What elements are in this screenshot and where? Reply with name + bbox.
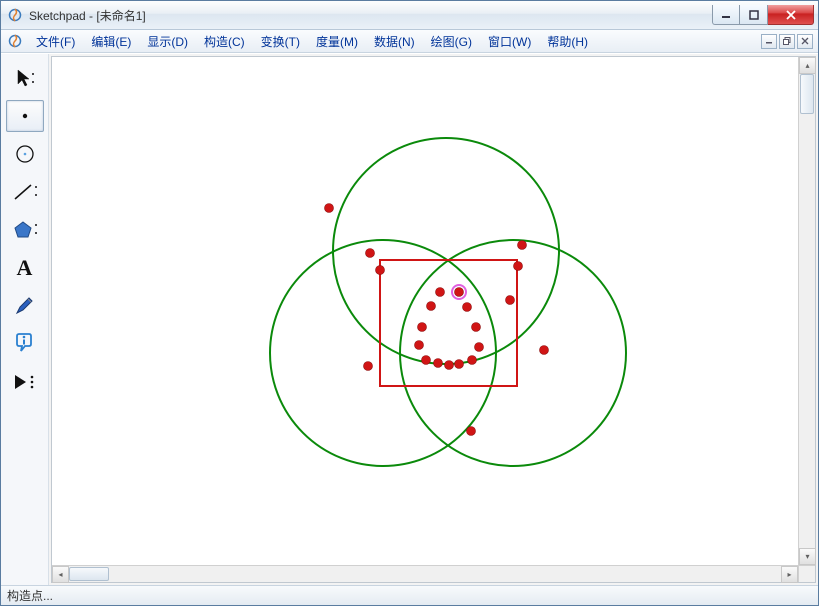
tool-circle[interactable] [6,138,44,170]
window-title: Sketchpad - [未命名1] [29,7,712,24]
tool-line[interactable] [6,176,44,208]
body-area: A ▴ ▾ [1,53,818,585]
titlebar[interactable]: Sketchpad - [未命名1] [1,1,818,30]
tool-palette: A [1,54,49,585]
menu-graph[interactable]: 绘图(G) [423,31,480,52]
vscroll-thumb[interactable] [800,74,814,114]
horizontal-scrollbar[interactable]: ◂ ▸ [52,565,798,582]
doc-icon [6,32,24,50]
close-button[interactable] [768,5,814,25]
menu-edit[interactable]: 编辑(E) [83,31,139,52]
text-icon: A [17,255,33,281]
tool-info[interactable] [6,328,44,360]
scroll-left-button[interactable]: ◂ [52,566,69,583]
tool-point[interactable] [6,100,44,132]
mdi-restore-button[interactable] [779,34,795,49]
menu-file[interactable]: 文件(F) [28,31,83,52]
tool-custom[interactable] [6,366,44,398]
menu-transform[interactable]: 变换(T) [253,31,308,52]
window-controls [712,5,814,25]
app-window: Sketchpad - [未命名1] 文件(F) 编辑(E) 显示(D) 构造(… [0,0,819,606]
mdi-close-button[interactable] [797,34,813,49]
menu-measure[interactable]: 度量(M) [308,31,366,52]
minimize-button[interactable] [712,5,740,25]
menubar: 文件(F) 编辑(E) 显示(D) 构造(C) 变换(T) 度量(M) 数据(N… [1,30,818,53]
menu-window[interactable]: 窗口(W) [480,31,539,52]
menu-data[interactable]: 数据(N) [366,31,423,52]
drawing-canvas[interactable] [52,57,798,565]
scroll-up-button[interactable]: ▴ [799,57,816,74]
hscroll-track[interactable] [69,566,781,582]
scroll-down-button[interactable]: ▾ [799,548,816,565]
vertical-scrollbar[interactable]: ▴ ▾ [798,57,815,565]
scroll-corner [798,565,815,582]
maximize-button[interactable] [740,5,768,25]
status-message: 构造点... [7,587,53,604]
vscroll-track[interactable] [799,74,815,548]
menu-help[interactable]: 帮助(H) [539,31,596,52]
mdi-controls [761,34,815,49]
tool-arrow[interactable] [6,62,44,94]
tool-marker[interactable] [6,290,44,322]
tool-text[interactable]: A [6,252,44,284]
hscroll-thumb[interactable] [69,567,109,581]
canvas-wrap: ▴ ▾ ◂ ▸ [49,54,818,585]
scroll-right-button[interactable]: ▸ [781,566,798,583]
statusbar: 构造点... [1,585,818,605]
tool-polygon[interactable] [6,214,44,246]
mdi-minimize-button[interactable] [761,34,777,49]
app-icon [7,7,23,23]
canvas-area: ▴ ▾ ◂ ▸ [51,56,816,583]
menu-construct[interactable]: 构造(C) [196,31,253,52]
menu-display[interactable]: 显示(D) [139,31,196,52]
drawing-svg [52,57,798,565]
